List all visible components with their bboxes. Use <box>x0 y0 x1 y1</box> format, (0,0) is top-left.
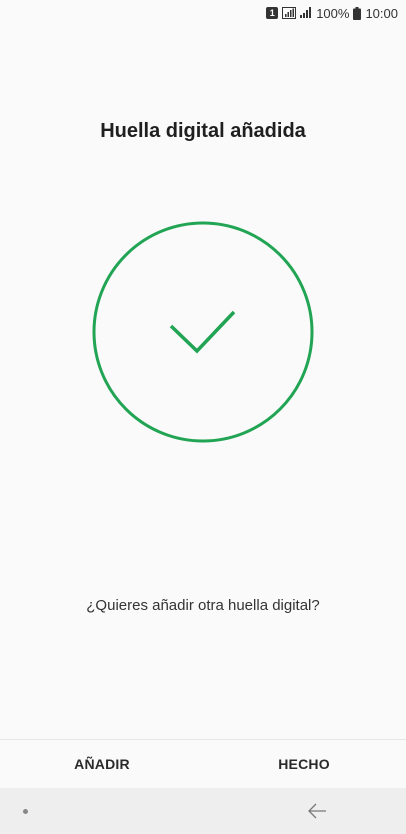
page-title: Huella digital añadida <box>100 120 306 142</box>
clock: 10:00 <box>365 5 398 21</box>
done-button[interactable]: HECHO <box>242 740 366 788</box>
signal-icon <box>282 7 297 19</box>
success-circle-ring <box>92 221 314 443</box>
add-button[interactable]: AÑADIR <box>40 740 164 788</box>
status-icons: 1 100% 10:00 <box>266 4 398 22</box>
success-check-icon <box>92 221 314 443</box>
checkmark-icon <box>169 310 236 354</box>
navigation-bar <box>0 788 406 834</box>
dot-icon[interactable] <box>23 809 28 814</box>
battery-percentage: 100% <box>316 5 350 21</box>
signal-strength-icon <box>300 7 312 19</box>
back-arrow-icon[interactable] <box>305 800 329 822</box>
action-bar: AÑADIR HECHO <box>0 739 406 788</box>
status-bar: 1 100% 10:00 <box>0 0 406 26</box>
add-another-prompt: ¿Quieres añadir otra huella digital? <box>86 597 320 614</box>
sim-icon: 1 <box>266 7 279 19</box>
battery-icon <box>353 6 362 20</box>
